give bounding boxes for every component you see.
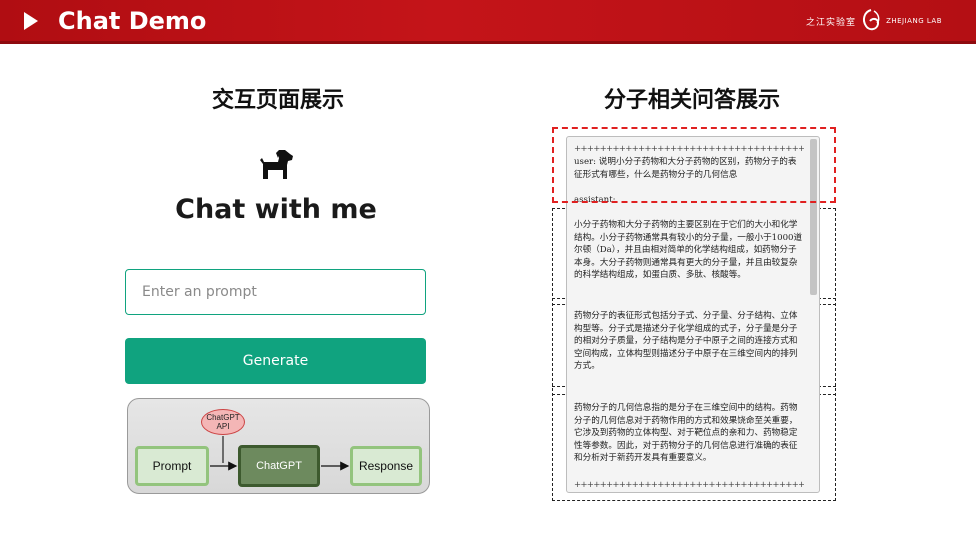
logo-swirl-icon <box>863 9 880 31</box>
generate-button[interactable]: Generate <box>125 338 426 384</box>
slide-title: Chat Demo <box>58 7 207 35</box>
answer-paragraph-2: 药物分子的表征形式包括分子式、分子量、分子结构、立体构型等。分子式是描述分子化学… <box>574 311 798 371</box>
chat-heading: Chat with me <box>175 194 377 225</box>
logo-cn-text: 之江实验室 <box>806 17 857 28</box>
header-bar: Chat Demo 之江实验室 ZHEJIANG LAB <box>0 0 976 44</box>
flow-diagram: ChatGPT API Prompt ChatGPT Response <box>127 398 430 494</box>
play-triangle-icon <box>24 12 38 30</box>
question-highlight <box>552 127 836 203</box>
section-title-interaction: 交互页面展示 <box>211 88 344 113</box>
answer-paragraph-3: 药物分子的几何信息指的是分子在三维空间中的结构。药物分子的几何信息对于药物作用的… <box>574 403 798 463</box>
prompt-input[interactable] <box>125 269 426 315</box>
answer-paragraph-1: 小分子药物和大分子药物的主要区别在于它们的大小和化学结构。小分子药物通常具有较小… <box>574 220 803 280</box>
section-title-qa: 分子相关问答展示 <box>603 88 780 113</box>
separator-bottom: ++++++++++++++++++++++++++++++++++++++++… <box>574 480 804 490</box>
zhejiang-lab-logo: 之江实验室 ZHEJIANG LAB <box>806 6 942 36</box>
dog-icon <box>260 150 293 179</box>
flow-arrows <box>210 436 350 471</box>
logo-en-text: ZHEJIANG LAB <box>886 17 942 25</box>
